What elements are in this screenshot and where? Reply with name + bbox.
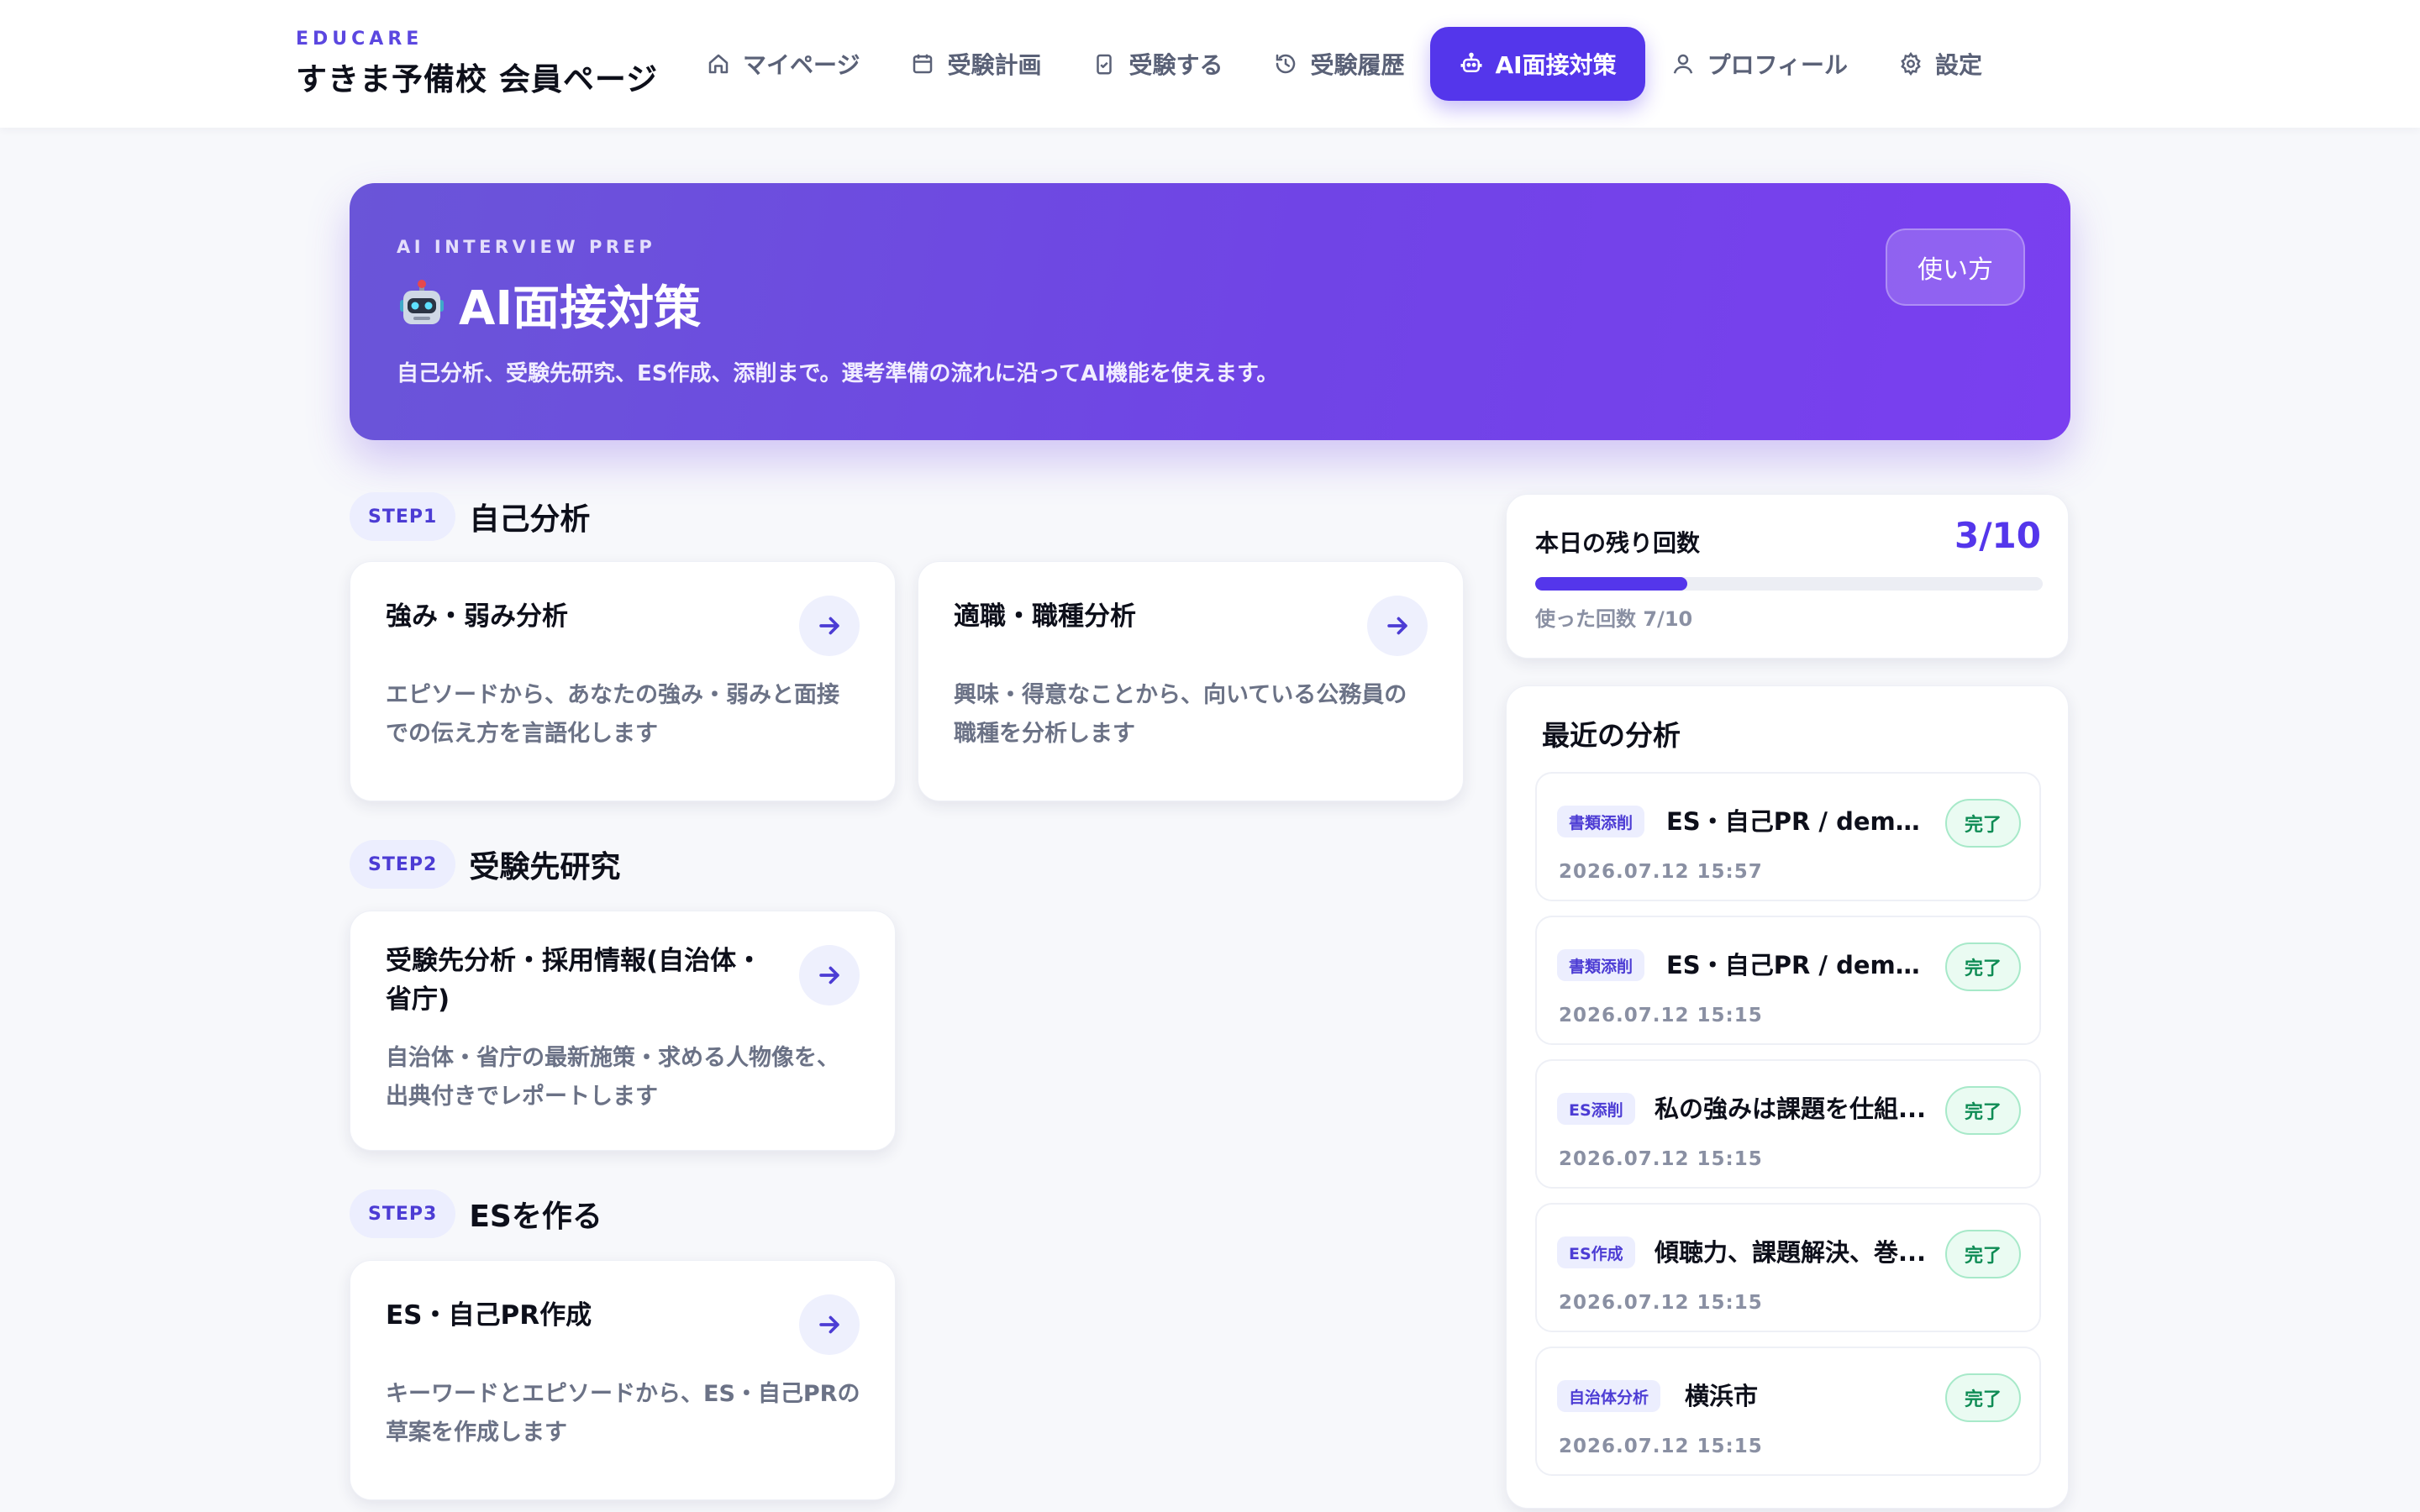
- card-title: 適職・職種分析: [954, 601, 1136, 632]
- analysis-date: 2026.07.12 15:15: [1559, 1005, 1763, 1026]
- nav-item-plan[interactable]: 受験計画: [885, 27, 1066, 101]
- brand-title: すきま予備校 会員ページ: [296, 61, 659, 97]
- recent-item[interactable]: 自治体分析 横浜市 完了 2026.07.12 15:15: [1535, 1347, 2041, 1476]
- card-es-creation[interactable]: ES・自己PR作成 キーワードとエピソードから、ES・自己PRの草案を作成します: [350, 1260, 896, 1500]
- nav-label: 受験計画: [947, 51, 1042, 79]
- analysis-date: 2026.07.12 15:15: [1559, 1292, 1763, 1314]
- recent-item[interactable]: ES添削 私の強みは課題を仕組... 完了 2026.07.12 15:15: [1535, 1059, 2041, 1189]
- hero-eyebrow: AI INTERVIEW PREP: [397, 237, 656, 257]
- top-header: EDUCARE すきま予備校 会員ページ マイページ 受験計画 受験する 受験履…: [0, 0, 2420, 128]
- nav-item-profile[interactable]: プロフィール: [1645, 27, 1873, 101]
- analysis-type-badge: 書類添削: [1557, 949, 1645, 981]
- nav-label: AI面接対策: [1495, 51, 1617, 79]
- recent-title: 最近の分析: [1542, 719, 1681, 752]
- arrow-right-icon[interactable]: [1367, 596, 1428, 656]
- hero-description: 自己分析、受験先研究、ES作成、添削まで。選考準備の流れに沿ってAI機能を使えま…: [397, 361, 1279, 386]
- nav-item-settings[interactable]: 設定: [1873, 27, 2007, 101]
- quota-progress-bar: [1535, 577, 2043, 591]
- hero-title-row: AI面接対策: [397, 270, 701, 339]
- recent-item[interactable]: 書類添削 ES・自己PR / demo... 完了 2026.07.12 15:…: [1535, 916, 2041, 1045]
- card-title: 受験先分析・採用情報(自治体・省庁): [386, 946, 763, 1015]
- analysis-date: 2026.07.12 15:57: [1559, 861, 1763, 883]
- recent-list: 書類添削 ES・自己PR / demo... 完了 2026.07.12 15:…: [1535, 772, 2041, 1490]
- arrow-right-icon[interactable]: [799, 945, 860, 1005]
- nav-item-history[interactable]: 受験履歴: [1248, 27, 1429, 101]
- arrow-right-icon[interactable]: [799, 596, 860, 656]
- card-description: エピソードから、あなたの強み・弱みと面接での伝え方を言語化します: [386, 682, 839, 747]
- nav-label: 設定: [1935, 51, 1983, 79]
- nav-label: プロフィール: [1707, 51, 1849, 79]
- arrow-right-icon[interactable]: [799, 1294, 860, 1355]
- card-strength-weakness[interactable]: 強み・弱み分析 エピソードから、あなたの強み・弱みと面接での伝え方を言語化します: [350, 561, 896, 801]
- quota-progress-fill: [1535, 577, 1688, 591]
- step-badge: STEP3: [350, 1189, 456, 1238]
- analysis-type-badge: 自治体分析: [1557, 1380, 1661, 1412]
- analysis-type-badge: ES作成: [1557, 1236, 1635, 1268]
- nav-label: マイページ: [743, 51, 860, 79]
- analysis-date: 2026.07.12 15:15: [1559, 1436, 1763, 1457]
- hero-banner: AI INTERVIEW PREP AI面接対策 自己分析、受験先研究、ES作成…: [350, 183, 2070, 440]
- card-aptitude[interactable]: 適職・職種分析 興味・得意なことから、向いている公務員の職種を分析します: [918, 561, 1464, 801]
- analysis-name: 私の強みは課題を仕組...: [1655, 1095, 1927, 1123]
- analysis-date: 2026.07.12 15:15: [1559, 1148, 1763, 1170]
- card-target-research[interactable]: 受験先分析・採用情報(自治体・省庁) 自治体・省庁の最新施策・求める人物像を、出…: [350, 911, 896, 1151]
- robot-emoji-icon: [400, 279, 444, 324]
- card-description: 自治体・省庁の最新施策・求める人物像を、出典付きでレポートします: [386, 1045, 839, 1110]
- page-title: AI面接対策: [459, 281, 702, 336]
- card-description: キーワードとエピソードから、ES・自己PRの草案を作成します: [386, 1381, 860, 1446]
- home-icon: [708, 54, 729, 74]
- status-badge: 完了: [1945, 1230, 2021, 1278]
- user-icon: [1673, 54, 1692, 74]
- step1-header: STEP1 自己分析: [350, 492, 590, 541]
- how-to-use-button[interactable]: 使い方: [1886, 228, 2025, 306]
- step-badge: STEP1: [350, 492, 456, 541]
- clipboard-check-icon: [1097, 54, 1113, 75]
- quota-count: 3/10: [1954, 515, 2041, 556]
- card-title: ES・自己PR作成: [386, 1300, 592, 1331]
- step3-header: STEP3 ESを作る: [350, 1189, 602, 1238]
- recent-analyses-panel: 最近の分析 書類添削 ES・自己PR / demo... 完了 2026.07.…: [1506, 685, 2069, 1509]
- recent-item[interactable]: 書類添削 ES・自己PR / demo... 完了 2026.07.12 15:…: [1535, 772, 2041, 901]
- brand-tag: EDUCARE: [296, 29, 424, 50]
- analysis-name: ES・自己PR / demo...: [1666, 807, 1935, 836]
- status-badge: 完了: [1945, 1373, 2021, 1422]
- card-title: 強み・弱み分析: [386, 601, 568, 632]
- step-title: ESを作る: [469, 1200, 602, 1234]
- step2-header: STEP2 受験先研究: [350, 840, 620, 889]
- status-badge: 完了: [1945, 942, 2021, 991]
- status-badge: 完了: [1945, 1086, 2021, 1135]
- analysis-name: 傾聴力、課題解決、巻...: [1655, 1238, 1927, 1267]
- quota-used-text: 使った回数 7/10: [1535, 607, 1693, 631]
- history-icon: [1276, 54, 1296, 74]
- nav-item-take-exam[interactable]: 受験する: [1066, 27, 1248, 101]
- step-title: 自己分析: [469, 502, 591, 537]
- recent-item[interactable]: ES作成 傾聴力、課題解決、巻... 完了 2026.07.12 15:15: [1535, 1203, 2041, 1332]
- nav-label: 受験履歴: [1310, 51, 1405, 79]
- step-badge: STEP2: [350, 840, 456, 889]
- analysis-name: 横浜市: [1685, 1382, 1759, 1410]
- calendar-icon: [913, 54, 933, 74]
- card-description: 興味・得意なことから、向いている公務員の職種を分析します: [954, 682, 1407, 747]
- main-nav: マイページ 受験計画 受験する 受験履歴 AI面接対策 プロフィール 設定: [681, 27, 2007, 101]
- daily-quota-card: 本日の残り回数 3/10 使った回数 7/10: [1506, 494, 2069, 659]
- brand[interactable]: EDUCARE すきま予備校 会員ページ: [296, 29, 658, 99]
- nav-item-ai-interview[interactable]: AI面接対策: [1429, 27, 1645, 101]
- analysis-type-badge: ES添削: [1557, 1093, 1635, 1125]
- robot-icon: [1460, 52, 1481, 72]
- gear-icon: [1901, 51, 1921, 76]
- nav-label: 受験する: [1128, 51, 1223, 79]
- step-title: 受験先研究: [469, 850, 621, 885]
- analysis-name: ES・自己PR / demo...: [1666, 951, 1935, 979]
- status-badge: 完了: [1945, 799, 2021, 848]
- quota-label: 本日の残り回数: [1535, 529, 1701, 557]
- nav-item-mypage[interactable]: マイページ: [681, 27, 885, 101]
- analysis-type-badge: 書類添削: [1557, 806, 1645, 837]
